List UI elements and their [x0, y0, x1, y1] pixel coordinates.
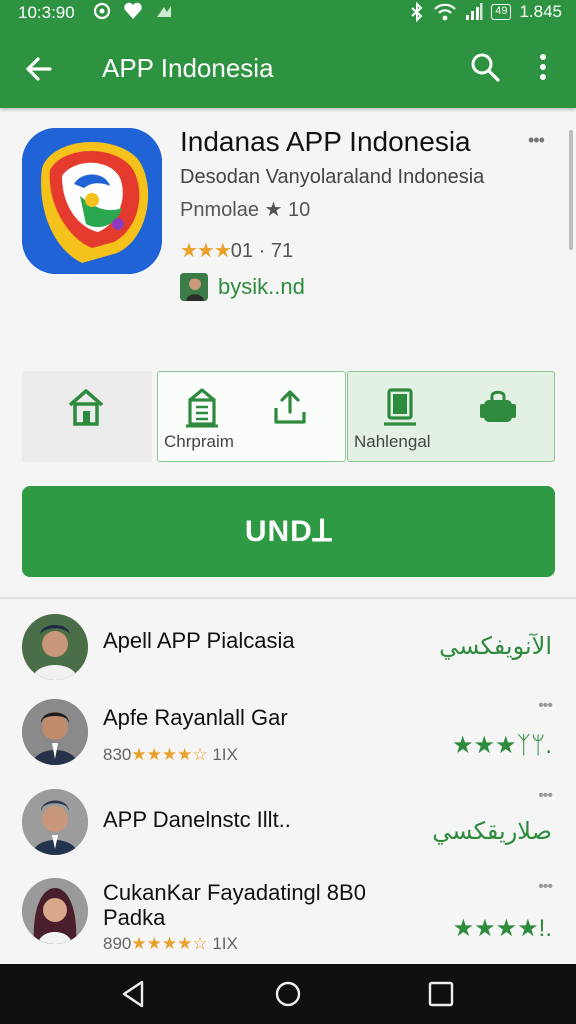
app-subtitle: Desodan Vanyolaraland Indonesia — [180, 166, 485, 188]
list-item[interactable]: Apfe Rayanlall Gar 830★★★★☆ 1IX ••• ★★★ᛉ… — [0, 695, 576, 785]
install-button[interactable]: UNDꓕ — [22, 486, 555, 577]
more-icon[interactable]: ••• — [538, 697, 553, 715]
review-stars: ★★★ᛉᛘ. — [451, 732, 552, 759]
bag-icon — [480, 390, 516, 422]
review-name: Apfe Rayanlall Gar — [103, 705, 288, 730]
device-icon — [384, 388, 416, 426]
more-icon[interactable]: ••• — [538, 787, 553, 805]
back-nav-icon[interactable] — [118, 978, 150, 1010]
status-clock-right: 1.845 — [519, 2, 562, 21]
cell-signal-icon — [466, 3, 483, 20]
app-title: Indanas APP Indonesia — [180, 126, 471, 157]
review-meta: 830★★★★☆ 1IX — [103, 745, 238, 764]
home-icon — [68, 389, 104, 426]
review-name: APP Danelnstc Illt.. — [103, 807, 291, 832]
rating-stars: ★★★ — [180, 240, 232, 262]
home-nav-icon[interactable] — [272, 978, 304, 1010]
app-meta: Pnmolae ★ 10 — [180, 199, 311, 221]
rating-text: 01 · 71 — [230, 240, 294, 262]
action-tile-nahlengal[interactable]: Nahlengal — [347, 371, 555, 462]
avatar — [22, 614, 88, 680]
review-name: CukanKar Fayadatingl 8B0 Padka — [103, 880, 366, 930]
building-icon — [186, 388, 218, 428]
header-more-icon[interactable]: ••• — [528, 130, 545, 151]
review-name: Apell APP Pialcasia — [103, 628, 295, 653]
avatar — [22, 789, 88, 855]
developer-avatar — [180, 273, 208, 301]
share-icon — [274, 390, 306, 424]
action-label: Nahlengal — [354, 432, 431, 451]
search-icon[interactable] — [468, 50, 502, 84]
status-bar: 10:3:90 49 1.845 — [0, 0, 576, 26]
bluetooth-icon — [411, 2, 423, 22]
heart-icon — [124, 2, 142, 19]
back-arrow-icon[interactable] — [22, 52, 56, 86]
notification-icon — [93, 2, 111, 20]
status-time: 10:3:90 — [18, 3, 75, 22]
action-label: Chrpraim — [164, 432, 234, 451]
review-action[interactable]: الآنويفكسي — [439, 632, 552, 661]
app-toolbar: APP Indonesia — [0, 26, 576, 108]
action-tile-chrpraim[interactable]: Chrpraim — [157, 371, 346, 462]
avatar — [22, 878, 88, 944]
list-item[interactable]: CukanKar Fayadatingl 8B0 Padka 890★★★★☆ … — [0, 876, 576, 966]
developer-row[interactable]: bysik..nd — [180, 272, 305, 302]
scrollbar[interactable] — [569, 130, 573, 250]
toolbar-title: APP Indonesia — [102, 53, 274, 83]
review-meta: 890★★★★☆ 1IX — [103, 934, 238, 953]
app-logo — [22, 128, 162, 274]
system-nav-bar — [0, 964, 576, 1024]
divider — [0, 597, 576, 599]
action-tile-home[interactable] — [22, 371, 152, 462]
app-rating: ★★★01 · 71 — [180, 238, 293, 263]
wifi-icon — [434, 3, 456, 21]
developer-name[interactable]: bysik..nd — [218, 274, 305, 300]
more-icon[interactable]: ••• — [538, 878, 553, 896]
overflow-menu-icon[interactable] — [530, 50, 556, 84]
battery-indicator: 49 — [491, 4, 512, 20]
review-action[interactable]: صلاريقكسي — [432, 817, 552, 846]
recents-nav-icon[interactable] — [425, 978, 457, 1010]
signal-notification-icon — [157, 6, 171, 17]
list-item[interactable]: Apell APP Pialcasia الآنويفكسي — [0, 608, 576, 698]
review-stars: ★★★★!. — [452, 915, 552, 942]
avatar — [22, 699, 88, 765]
list-item[interactable]: APP Danelnstc Illt.. ••• صلاريقكسي — [0, 787, 576, 877]
